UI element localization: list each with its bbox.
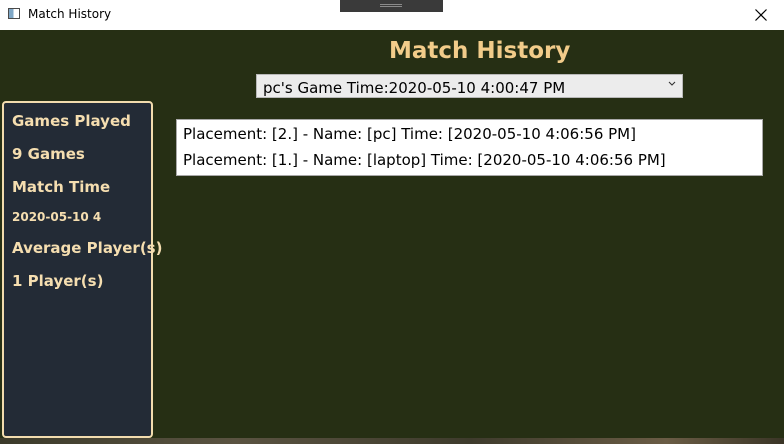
- app-icon: [8, 8, 20, 19]
- match-time-label: Match Time: [12, 178, 111, 196]
- grip-icon: [380, 4, 402, 7]
- average-players-label: Average Player(s): [12, 239, 163, 257]
- game-time-dropdown[interactable]: pc's Game Time:2020-05-10 4:00:47 PM: [256, 74, 683, 98]
- match-history-window: Match History Match History pc's Game Ti…: [0, 0, 784, 444]
- list-item[interactable]: Placement: [1.] - Name: [laptop] Time: […: [183, 151, 666, 169]
- title-bar[interactable]: Match History: [0, 0, 784, 30]
- games-played-label: Games Played: [12, 112, 131, 130]
- background-strip: [0, 438, 784, 444]
- page-title: Match History: [389, 38, 571, 64]
- close-icon: [755, 9, 767, 21]
- stats-panel: Games Played 9 Games Match Time 2020-05-…: [2, 101, 162, 438]
- drag-handle[interactable]: [340, 0, 443, 12]
- chevron-down-icon: [668, 81, 676, 86]
- list-item[interactable]: Placement: [2.] - Name: [pc] Time: [2020…: [183, 125, 636, 143]
- window-title: Match History: [28, 7, 112, 21]
- game-time-selected: pc's Game Time:2020-05-10 4:00:47 PM: [263, 79, 566, 97]
- match-time-value: 2020-05-10 4: [12, 210, 102, 224]
- close-button[interactable]: [738, 0, 784, 30]
- results-list[interactable]: Placement: [2.] - Name: [pc] Time: [2020…: [176, 119, 763, 176]
- games-played-value: 9 Games: [12, 145, 85, 163]
- average-players-value: 1 Player(s): [12, 272, 104, 290]
